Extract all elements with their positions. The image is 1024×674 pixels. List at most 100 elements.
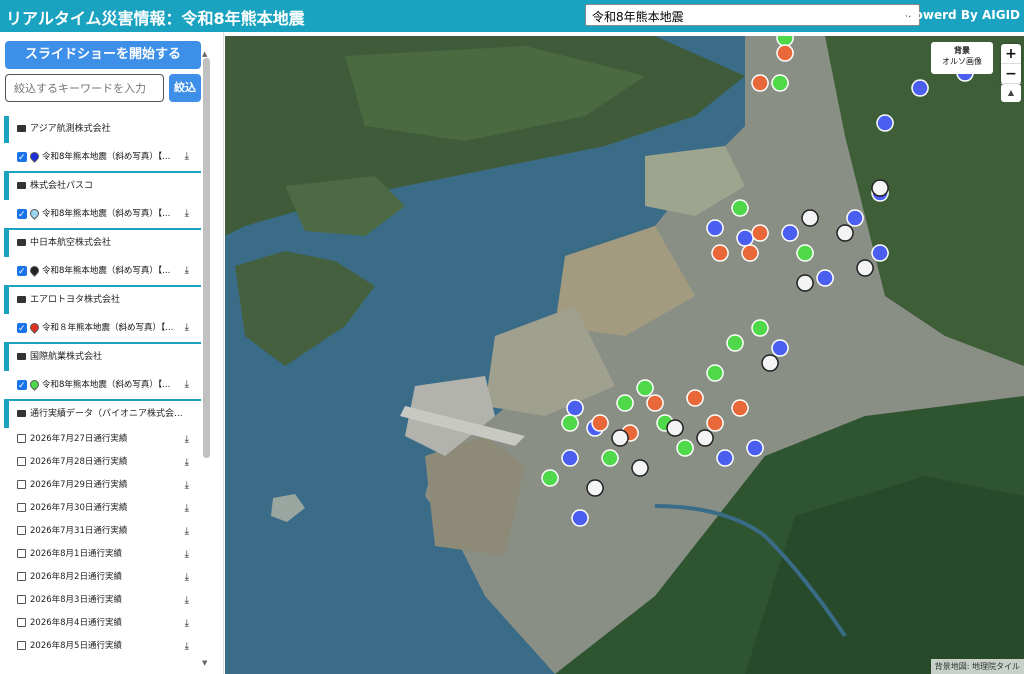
route-checkbox[interactable] [17,618,26,627]
basemap-label: 背景 [954,46,970,55]
route-item[interactable]: 2026年7月31日通行実績 ⤓ [4,520,201,543]
route-name: 2026年7月27日通行実績 [30,434,128,444]
route-name: 2026年7月29日通行実績 [30,480,128,490]
route-name: 2026年7月28日通行実績 [30,457,128,467]
event-select[interactable]: 令和8年熊本地震 ⌄ [585,4,920,26]
group-header[interactable]: 通行実績データ（パイオニア株式会... [4,401,201,428]
folder-icon [17,410,26,417]
layer-name: 令和8年熊本地震（斜め写真）【... [42,380,171,390]
route-item[interactable]: 2026年8月2日通行実績 ⤓ [4,566,201,589]
route-checkbox[interactable] [17,457,26,466]
download-icon[interactable]: ⤓ [185,566,189,589]
download-icon[interactable]: ⤓ [185,474,189,497]
layer-name: 令和８年熊本地震（斜め写真）【... [42,323,174,333]
route-item[interactable]: 2026年7月27日通行実績 ⤓ [4,428,201,451]
layer-item[interactable]: 令和８年熊本地震（斜め写真）【... ⤓ [4,314,201,344]
layer-name: 令和8年熊本地震（斜め写真）【... [42,209,171,219]
app-header: リアルタイム災害情報：令和8年熊本地震 令和8年熊本地震 ⌄ Powerd By… [0,0,1024,32]
zoom-out-button[interactable]: − [1001,64,1021,84]
group-header[interactable]: 国際航業株式会社 [4,344,201,371]
route-item[interactable]: 2026年7月30日通行実績 ⤓ [4,497,201,520]
download-icon[interactable]: ⤓ [185,451,189,474]
group-header[interactable]: アジア航測株式会社 [4,116,201,143]
layer-checkbox[interactable] [17,258,27,286]
layer-item[interactable]: 令和8年熊本地震（斜め写真）【... ⤓ [4,371,201,401]
keyword-search-input[interactable] [5,74,164,102]
route-name: 2026年8月5日通行実績 [30,641,122,651]
group-header[interactable]: 中日本航空株式会社 [4,230,201,257]
download-icon[interactable]: ⤓ [185,257,189,285]
route-item[interactable]: 2026年8月3日通行実績 ⤓ [4,589,201,612]
route-item[interactable]: 2026年7月28日通行実績 ⤓ [4,451,201,474]
scroll-up-icon[interactable]: ▲ [202,50,207,58]
map-pin-icon [28,321,41,334]
layer-item[interactable]: 令和8年熊本地震（斜め写真）【... ⤓ [4,200,201,230]
compass-icon[interactable]: ▲ [1001,84,1021,102]
route-item[interactable]: 2026年8月4日通行実績 ⤓ [4,612,201,635]
layer-item[interactable]: 令和8年熊本地震（斜め写真）【... ⤓ [4,143,201,173]
map-attribution: 背景地図: 地理院タイル [930,659,1024,674]
download-icon[interactable]: ⤓ [185,589,189,612]
route-item[interactable]: 2026年8月5日通行実績 ⤓ [4,635,201,658]
scroll-thumb[interactable] [203,58,210,458]
folder-icon [17,125,26,132]
route-checkbox[interactable] [17,572,26,581]
group-name: 株式会社パスコ [30,181,94,191]
layer-checkbox[interactable] [17,201,27,229]
sidebar-scrollbar[interactable]: ▲ ▼ [202,50,211,670]
group-name: 通行実績データ（パイオニア株式会... [30,409,183,419]
route-name: 2026年8月3日通行実績 [30,595,122,605]
basemap-value: オルソ画像 [942,57,982,66]
layer-checkbox[interactable] [17,144,27,172]
filter-button[interactable]: 絞込 [169,74,201,102]
zoom-in-button[interactable]: + [1001,44,1021,64]
basemap-selector[interactable]: 背景 オルソ画像 [931,42,993,74]
download-icon[interactable]: ⤓ [185,543,189,566]
slideshow-button[interactable]: スライドショーを開始する [5,41,201,69]
download-icon[interactable]: ⤓ [185,314,189,342]
layer-checkbox[interactable] [17,372,27,400]
folder-icon [17,182,26,189]
group-name: 中日本航空株式会社 [30,238,112,248]
group-name: アジア航測株式会社 [30,124,111,134]
map-view[interactable]: 背景 オルソ画像 + − ▲ 背景地図: 地理院タイル [225,36,1024,674]
route-checkbox[interactable] [17,641,26,650]
sidebar: スライドショーを開始する 絞込 アジア航測株式会社 令和8年熊本地震（斜め写真）… [0,32,224,674]
route-name: 2026年7月31日通行実績 [30,526,128,536]
route-name: 2026年7月30日通行実績 [30,503,128,513]
zoom-control: + − [1001,44,1021,84]
route-item[interactable]: 2026年8月1日通行実績 ⤓ [4,543,201,566]
route-checkbox[interactable] [17,549,26,558]
route-name: 2026年8月1日通行実績 [30,549,122,559]
download-icon[interactable]: ⤓ [185,612,189,635]
route-checkbox[interactable] [17,434,26,443]
layer-item[interactable]: 令和8年熊本地震（斜め写真）【... ⤓ [4,257,201,287]
map-pin-icon [28,378,41,391]
app-title: リアルタイム災害情報：令和8年熊本地震 [6,9,305,28]
group-header[interactable]: 株式会社パスコ [4,173,201,200]
powered-by-label: Powerd By AIGID [905,8,1020,22]
group-name: エアロトヨタ株式会社 [30,295,121,305]
scroll-down-icon[interactable]: ▼ [202,659,207,667]
download-icon[interactable]: ⤓ [185,635,189,658]
group-header[interactable]: エアロトヨタ株式会社 [4,287,201,314]
route-checkbox[interactable] [17,480,26,489]
event-select-value: 令和8年熊本地震 [592,10,684,24]
route-checkbox[interactable] [17,503,26,512]
download-icon[interactable]: ⤓ [185,143,189,171]
download-icon[interactable]: ⤓ [185,200,189,228]
download-icon[interactable]: ⤓ [185,371,189,399]
satellite-imagery [225,36,1024,674]
layer-list: アジア航測株式会社 令和8年熊本地震（斜め写真）【... ⤓ 株式会社パスコ 令和… [4,116,201,658]
folder-icon [17,239,26,246]
folder-icon [17,296,26,303]
route-checkbox[interactable] [17,595,26,604]
route-item[interactable]: 2026年7月29日通行実績 ⤓ [4,474,201,497]
layer-name: 令和8年熊本地震（斜め写真）【... [42,266,171,276]
layer-checkbox[interactable] [17,315,27,343]
group-name: 国際航業株式会社 [30,352,103,362]
route-checkbox[interactable] [17,526,26,535]
download-icon[interactable]: ⤓ [185,520,189,543]
download-icon[interactable]: ⤓ [185,497,189,520]
download-icon[interactable]: ⤓ [185,428,189,451]
